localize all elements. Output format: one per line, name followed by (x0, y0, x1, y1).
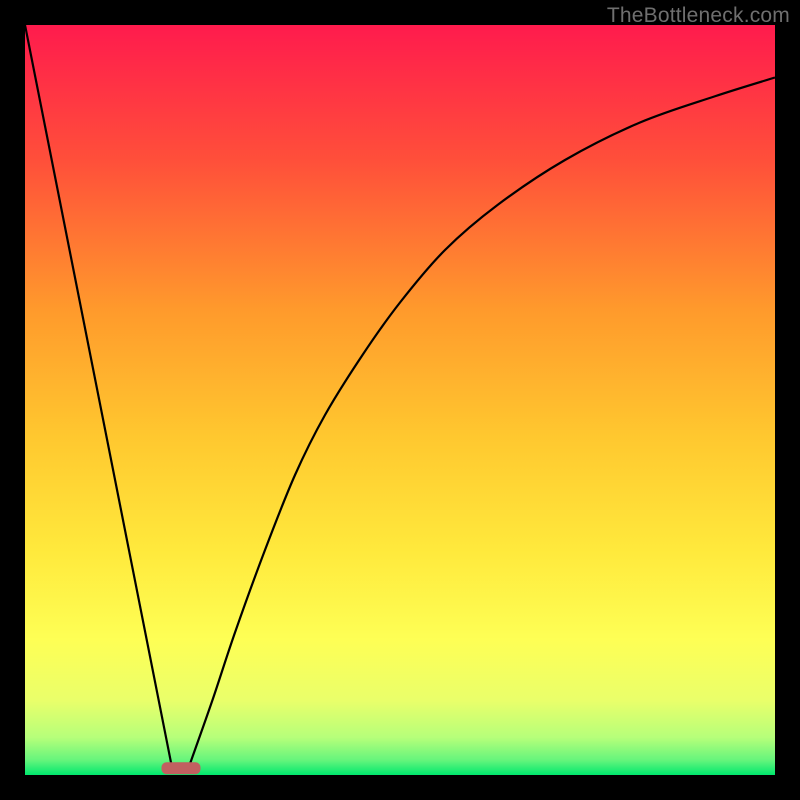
gradient-background (25, 25, 775, 775)
plot-area (25, 25, 775, 775)
valley-marker (162, 762, 201, 774)
chart-frame: TheBottleneck.com (0, 0, 800, 800)
watermark-text: TheBottleneck.com (607, 4, 790, 28)
